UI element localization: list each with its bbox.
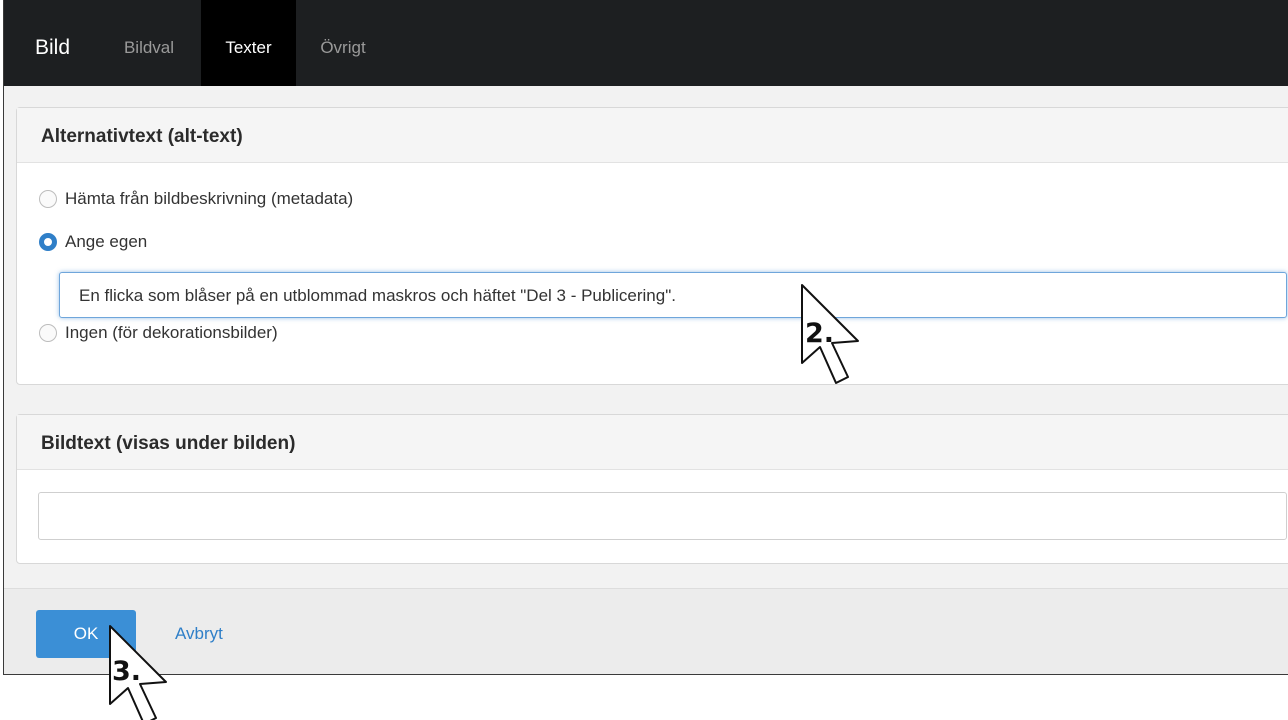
alt-text-panel: Alternativtext (alt-text) Hämta från bil… — [16, 107, 1288, 385]
radio-custom-label: Ange egen — [65, 232, 148, 251]
tab-ovrigt[interactable]: Övrigt — [301, 0, 385, 86]
step-2-label: 2. — [805, 318, 835, 349]
caption-panel-title: Bildtext (visas under bilden) — [17, 415, 1288, 470]
dialog-title: Bild — [35, 36, 71, 59]
radio-option-none[interactable]: Ingen (för dekorationsbilder) — [39, 323, 278, 343]
step-3-label: 3. — [112, 656, 142, 687]
radio-metadata[interactable] — [39, 190, 57, 208]
radio-option-custom[interactable]: Ange egen — [39, 232, 147, 252]
radio-metadata-label: Hämta från bildbeskrivning (metadata) — [65, 189, 354, 208]
radio-custom[interactable] — [39, 233, 57, 251]
dialog-tabbar: Bild Bildval Texter Övrigt — [4, 0, 1288, 86]
radio-option-metadata[interactable]: Hämta från bildbeskrivning (metadata) — [39, 189, 353, 209]
dialog-footer: OK Avbryt — [4, 588, 1288, 674]
caption-input[interactable] — [38, 492, 1287, 540]
dialog-content: Alternativtext (alt-text) Hämta från bil… — [4, 86, 1288, 588]
alt-text-panel-title: Alternativtext (alt-text) — [17, 108, 1288, 163]
radio-none-label: Ingen (för dekorationsbilder) — [65, 323, 278, 342]
caption-panel: Bildtext (visas under bilden) — [16, 414, 1288, 564]
cancel-link[interactable]: Avbryt — [175, 624, 223, 644]
tab-bildval[interactable]: Bildval — [101, 0, 197, 86]
tab-texter[interactable]: Texter — [201, 0, 296, 86]
radio-none[interactable] — [39, 324, 57, 342]
alt-text-input[interactable]: En flicka som blåser på en utblommad mas… — [59, 272, 1287, 318]
image-dialog: Bild Bildval Texter Övrigt Alternativtex… — [3, 0, 1288, 675]
